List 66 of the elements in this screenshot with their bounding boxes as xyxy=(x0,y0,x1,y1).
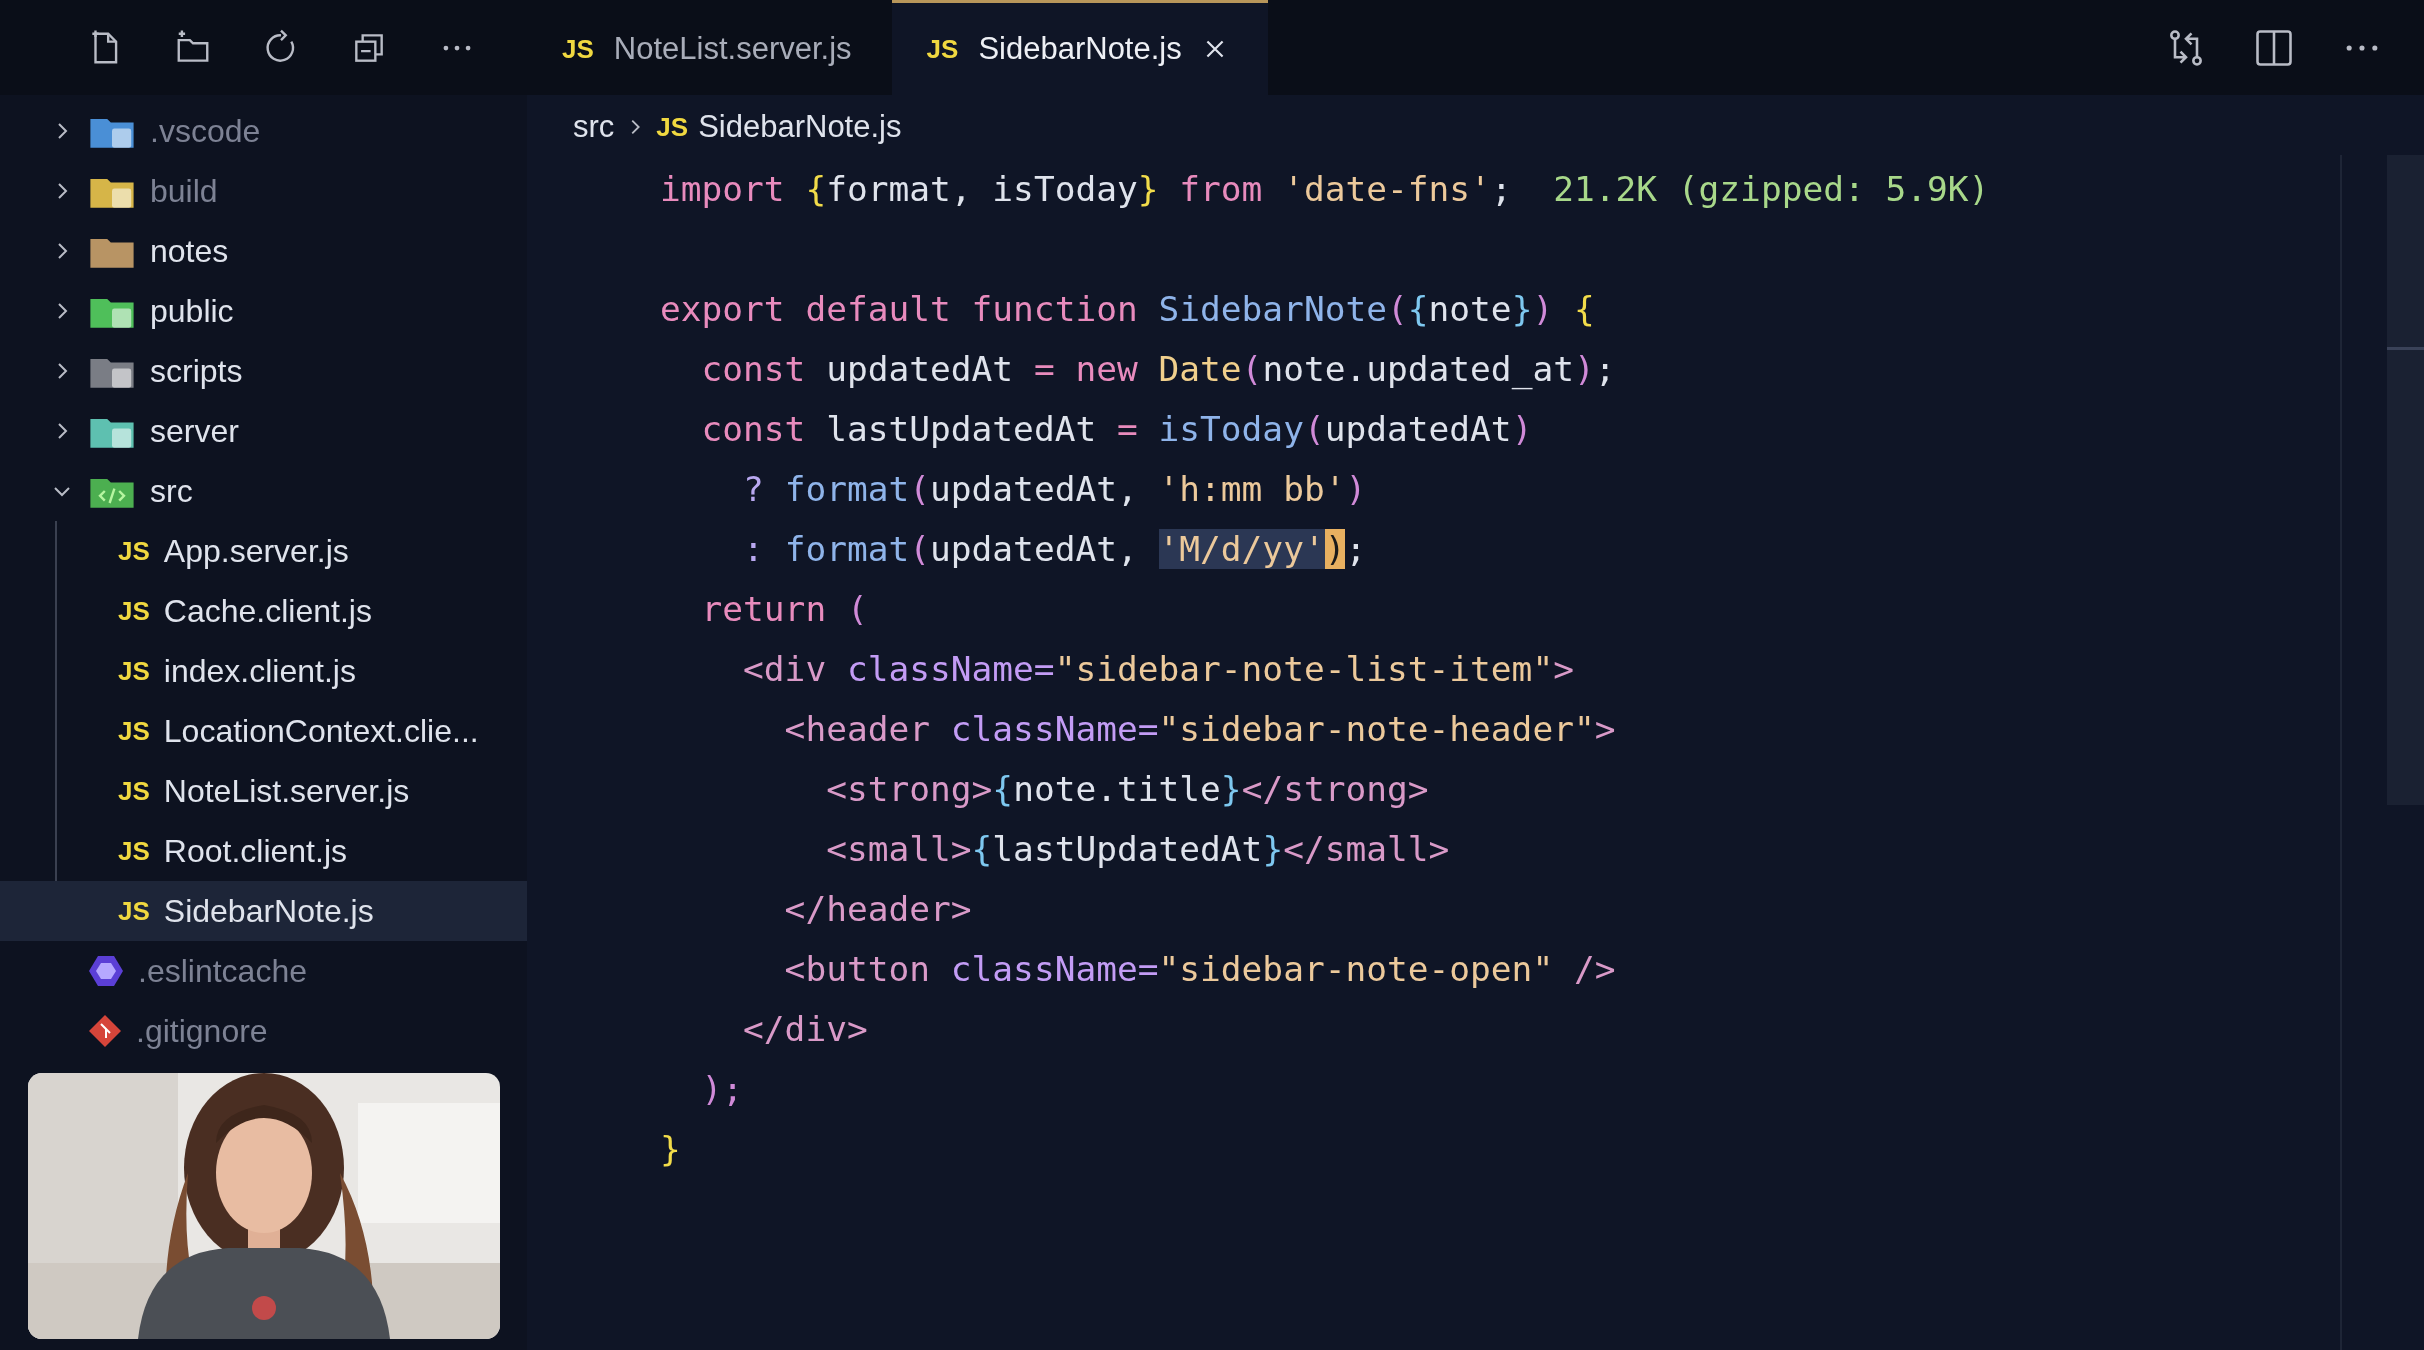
tree-item[interactable]: src xyxy=(0,461,527,521)
code-line: : format(updatedAt, 'M/d/yy'); xyxy=(742,529,1367,569)
tree-item[interactable]: .eslintcache xyxy=(0,941,527,1001)
editor-tab[interactable]: JS SidebarNote.js xyxy=(891,0,1268,95)
item-name: .gitignore xyxy=(136,1012,268,1050)
file-type-label: JS xyxy=(118,715,150,747)
code-line: ); xyxy=(700,1069,744,1109)
tree-item[interactable]: server xyxy=(0,401,527,461)
code-line: <div className="sidebar-note-list-item"> xyxy=(742,649,1574,689)
breadcrumb-file[interactable]: SidebarNote.js xyxy=(698,109,902,145)
file-type-label: JS xyxy=(118,595,150,627)
file-type-label: JS xyxy=(118,655,150,687)
tree-item[interactable]: JS Cache.client.js xyxy=(57,581,527,641)
item-name: SidebarNote.js xyxy=(163,892,374,930)
item-name: App.server.js xyxy=(163,532,349,570)
code-line: </div> xyxy=(742,1009,868,1049)
breadcrumb-folder[interactable]: src xyxy=(573,109,615,145)
tree-item[interactable]: public xyxy=(0,281,527,341)
code-line: ? format(updatedAt, 'h:mm bb') xyxy=(742,469,1367,509)
code-line: import {format, isToday} from 'date-fns'; 21.2K (gzipped: 5.9K) xyxy=(660,169,1990,209)
code-line: </header> xyxy=(783,889,972,929)
file-type-label: JS xyxy=(118,835,150,867)
item-name: NoteList.server.js xyxy=(163,772,410,810)
tree-item[interactable]: scripts xyxy=(0,341,527,401)
file-type-label: JS xyxy=(118,775,150,807)
tree-item[interactable]: .gitignore xyxy=(0,1001,527,1061)
code-line: } xyxy=(660,1129,681,1169)
code-line: <strong>{note.title}</strong> xyxy=(825,769,1429,809)
item-name: LocationContext.clie... xyxy=(163,712,479,750)
tree-item[interactable]: JS App.server.js xyxy=(57,521,527,581)
tree-item[interactable]: .vscode xyxy=(0,101,527,161)
item-name: .eslintcache xyxy=(138,952,307,990)
diamond-icon xyxy=(88,1014,122,1048)
item-name: src xyxy=(150,472,193,510)
code-line: const updatedAt = new Date(note.updated_at); xyxy=(700,349,1616,389)
code-line: <header className="sidebar-note-header"> xyxy=(783,709,1616,749)
tab-label: NoteList.server.js xyxy=(613,31,852,67)
file-type-label: JS xyxy=(926,33,959,65)
code-line: export default function SidebarNote({note}) { xyxy=(660,289,1595,329)
item-name: build xyxy=(150,172,218,210)
item-name: scripts xyxy=(150,352,243,390)
tree-item[interactable]: notes xyxy=(0,221,527,281)
item-name: notes xyxy=(150,232,229,270)
hexagon-icon xyxy=(88,954,124,988)
tab-label: SidebarNote.js xyxy=(978,31,1182,67)
tree-item[interactable]: JS Root.client.js xyxy=(57,821,527,881)
tree-item[interactable]: JS SidebarNote.js xyxy=(0,881,527,941)
item-name: public xyxy=(150,292,234,330)
item-name: .vscode xyxy=(150,112,261,150)
tree-item[interactable]: JS NoteList.server.js xyxy=(57,761,527,821)
tree-item[interactable]: build xyxy=(0,161,527,221)
code-line: const lastUpdatedAt = isToday(updatedAt) xyxy=(700,409,1533,449)
code-line: return ( xyxy=(700,589,868,629)
file-type-label: JS xyxy=(118,535,150,567)
item-name: Cache.client.js xyxy=(163,592,372,630)
file-type-label: JS xyxy=(562,33,594,65)
file-type-label: JS xyxy=(118,895,150,927)
tree-item[interactable]: JS index.client.js xyxy=(57,641,527,701)
item-name: index.client.js xyxy=(163,652,356,690)
code-line: <small>{lastUpdatedAt}</small> xyxy=(825,829,1450,869)
item-name: server xyxy=(150,412,239,450)
editor-tab[interactable]: JS NoteList.server.js xyxy=(527,0,892,95)
file-type-label: JS xyxy=(656,111,689,143)
tree-item[interactable]: JS LocationContext.clie... xyxy=(57,701,527,761)
code-line: <button className="sidebar-note-open" /> xyxy=(783,949,1616,989)
item-name: Root.client.js xyxy=(163,832,347,870)
